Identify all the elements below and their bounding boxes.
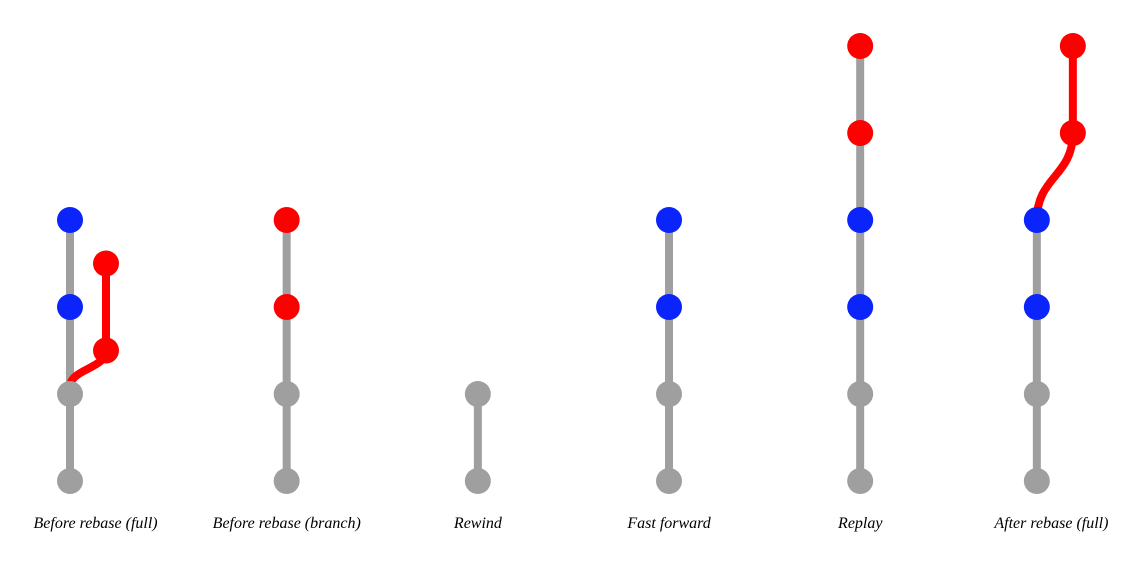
commit-node <box>847 294 873 320</box>
commit-node <box>465 381 491 407</box>
commit-node <box>274 468 300 494</box>
commit-node <box>1024 294 1050 320</box>
diagram-replay: Replay <box>837 33 883 532</box>
commit-node <box>274 294 300 320</box>
commit-node <box>93 338 119 364</box>
commit-node <box>274 207 300 233</box>
commit-node <box>847 381 873 407</box>
commit-node <box>1024 207 1050 233</box>
diagram-caption: Fast forward <box>626 515 711 532</box>
diagram-before-full: Before rebase (full) <box>34 207 158 532</box>
commit-node <box>1060 120 1086 146</box>
commit-node <box>847 33 873 59</box>
edges <box>1037 46 1073 481</box>
commit-node <box>847 207 873 233</box>
diagram-before-branch: Before rebase (branch) <box>213 207 361 532</box>
commit-node <box>847 120 873 146</box>
commit-node <box>57 207 83 233</box>
commit-node <box>93 251 119 277</box>
diagram-caption: Before rebase (branch) <box>213 515 361 532</box>
diagram-caption: Before rebase (full) <box>34 515 158 532</box>
commit-node <box>57 294 83 320</box>
diagram-after-full: After rebase (full) <box>993 33 1108 532</box>
diagram-rewind: Rewind <box>453 381 503 532</box>
commit-node <box>656 468 682 494</box>
commit-node <box>57 381 83 407</box>
diagram-caption: Replay <box>837 515 883 532</box>
edge-curve <box>1037 133 1073 220</box>
commit-node <box>1060 33 1086 59</box>
rebase-diagram: Before rebase (full) Before rebase (branc… <box>0 0 1147 582</box>
commit-node <box>847 468 873 494</box>
commit-node <box>656 294 682 320</box>
commit-node <box>1024 381 1050 407</box>
commit-node <box>274 381 300 407</box>
commit-node <box>57 468 83 494</box>
commit-node <box>656 381 682 407</box>
commit-node <box>656 207 682 233</box>
diagram-caption: After rebase (full) <box>993 515 1108 532</box>
diagram-fast-forward: Fast forward <box>626 207 711 532</box>
commit-node <box>465 468 491 494</box>
diagram-caption: Rewind <box>453 515 503 532</box>
commit-node <box>1024 468 1050 494</box>
